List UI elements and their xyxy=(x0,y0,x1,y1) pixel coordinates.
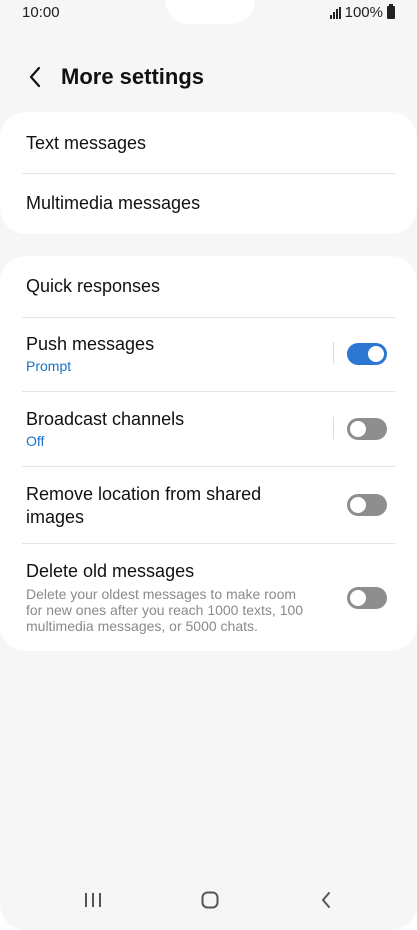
messages-settings-group: Text messages Multimedia messages xyxy=(0,112,417,234)
text-messages-label: Text messages xyxy=(26,133,147,153)
status-time: 10:00 xyxy=(22,4,60,21)
nav-back-icon xyxy=(322,892,330,908)
broadcast-channels-status: Off xyxy=(26,433,45,449)
push-messages-item[interactable]: Push messages Prompt xyxy=(26,333,317,374)
divider xyxy=(22,173,395,174)
broadcast-channels-toggle[interactable] xyxy=(347,418,387,440)
broadcast-channels-item[interactable]: Broadcast channels Off xyxy=(26,408,317,449)
quick-responses-item[interactable]: Quick responses xyxy=(26,275,395,298)
home-icon xyxy=(201,891,219,909)
toggle-knob xyxy=(366,344,386,364)
vertical-separator xyxy=(333,417,334,439)
multimedia-messages-item[interactable]: Multimedia messages xyxy=(26,192,395,215)
nav-back-button[interactable] xyxy=(306,880,346,920)
toggle-knob xyxy=(348,495,368,515)
remove-location-label: Remove location from shared images xyxy=(26,484,262,527)
text-messages-item[interactable]: Text messages xyxy=(26,132,395,155)
advanced-settings-group: Quick responses Push messages Prompt Bro… xyxy=(0,256,417,651)
phone-screen: 10:00 100% More settings Text messages M… xyxy=(0,0,417,930)
push-messages-toggle[interactable] xyxy=(347,343,387,365)
broadcast-channels-label: Broadcast channels xyxy=(26,409,185,429)
page-title: More settings xyxy=(61,64,205,89)
remove-location-item[interactable]: Remove location from shared images xyxy=(26,483,317,529)
camera-notch xyxy=(165,0,255,24)
navigation-bar xyxy=(0,870,417,930)
remove-location-toggle[interactable] xyxy=(347,494,387,516)
battery-percent: 100% xyxy=(344,4,383,21)
back-button[interactable] xyxy=(20,62,50,92)
toggle-knob xyxy=(348,419,368,439)
divider xyxy=(22,466,395,467)
divider xyxy=(22,317,395,318)
vertical-separator xyxy=(333,342,334,364)
delete-old-messages-toggle[interactable] xyxy=(347,587,387,609)
multimedia-messages-label: Multimedia messages xyxy=(26,193,201,213)
app-header: More settings xyxy=(0,56,417,100)
delete-old-messages-item[interactable]: Delete old messages Delete your oldest m… xyxy=(26,560,317,634)
recents-button[interactable] xyxy=(73,880,113,920)
chevron-left-icon xyxy=(29,66,41,88)
quick-responses-label: Quick responses xyxy=(26,276,161,296)
divider xyxy=(22,543,395,544)
push-messages-status: Prompt xyxy=(26,358,72,374)
delete-old-messages-label: Delete old messages xyxy=(26,561,195,581)
toggle-knob xyxy=(348,588,368,608)
battery-icon xyxy=(387,4,395,19)
delete-old-messages-description: Delete your oldest messages to make room… xyxy=(26,586,304,634)
signal-icon xyxy=(329,6,341,19)
divider xyxy=(22,391,395,392)
status-indicators: 100% xyxy=(329,4,395,21)
home-button[interactable] xyxy=(190,880,230,920)
status-bar: 10:00 100% xyxy=(0,0,417,28)
recents-icon xyxy=(85,893,101,907)
push-messages-label: Push messages xyxy=(26,334,155,354)
